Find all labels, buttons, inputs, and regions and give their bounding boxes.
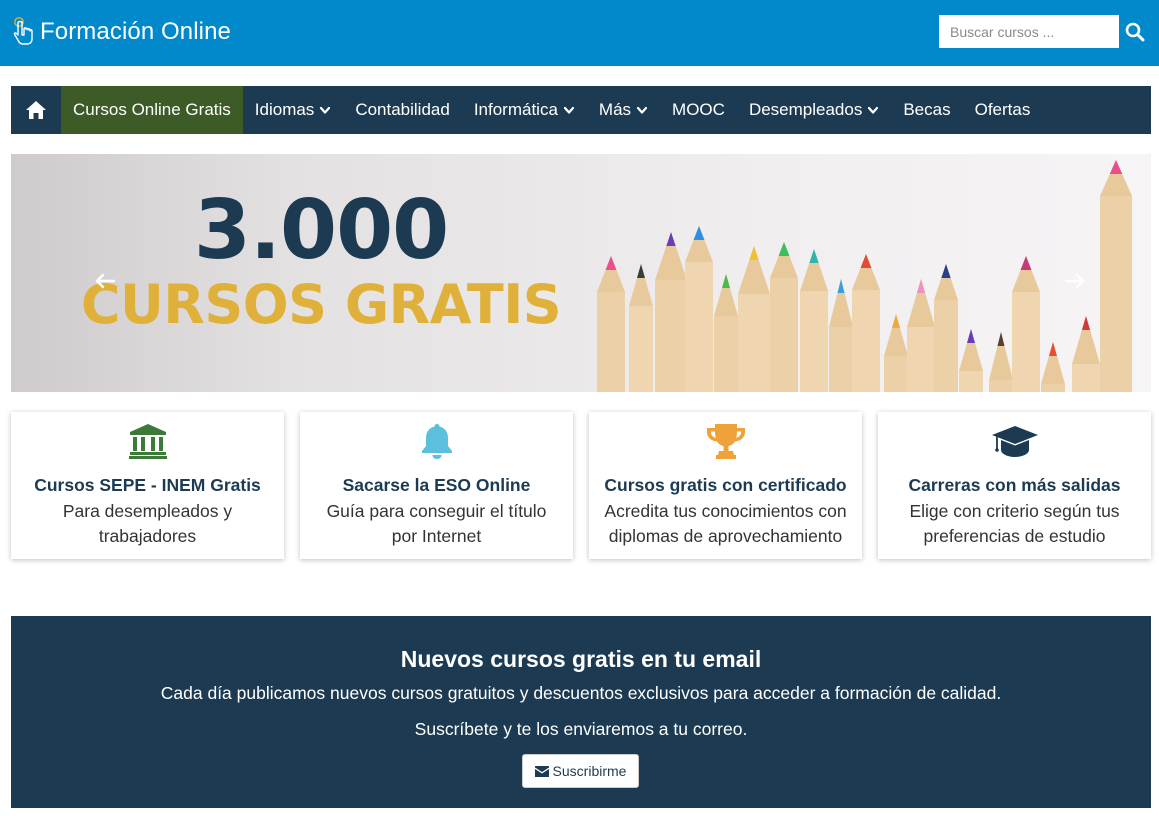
card-description: Acredita tus conocimientos con diplomas … xyxy=(604,501,847,546)
site-title: Formación Online xyxy=(40,18,232,45)
chevron-down-icon xyxy=(563,106,575,114)
nav-item-más[interactable]: Más xyxy=(587,86,660,134)
search-icon xyxy=(1125,22,1145,41)
nav-item-label: Ofertas xyxy=(974,100,1031,119)
banner-headline: 3.000 xyxy=(193,183,449,278)
arrow-left-icon xyxy=(95,273,116,289)
chevron-down-icon xyxy=(636,106,648,114)
card-title: Carreras con más salidas xyxy=(908,475,1121,495)
subscribe-button[interactable]: Suscribirme xyxy=(522,754,639,788)
trophy-icon xyxy=(706,424,745,459)
nav-item-idiomas[interactable]: Idiomas xyxy=(243,86,344,134)
nav-item-becas[interactable]: Becas xyxy=(891,86,962,134)
envelope-icon xyxy=(534,765,549,777)
newsletter-section: Nuevos cursos gratis en tu email Cada dí… xyxy=(11,616,1151,808)
card-carreras-salidas[interactable]: Carreras con más salidas Elige con crite… xyxy=(878,412,1151,559)
nav-item-informática[interactable]: Informática xyxy=(462,86,587,134)
nav-item-cursos-online-gratis[interactable]: Cursos Online Gratis xyxy=(61,86,243,134)
site-logo-link[interactable]: Formación Online xyxy=(12,14,231,50)
bell-icon xyxy=(421,424,452,459)
hero-banner: 3.000 CURSOS GRATIS xyxy=(11,154,1151,392)
nav-item-label: Idiomas xyxy=(254,100,315,119)
card-sepe-inem[interactable]: Cursos SEPE - INEM Gratis Para desemplea… xyxy=(11,412,284,559)
arrow-right-icon xyxy=(1064,273,1085,289)
search-button[interactable] xyxy=(1120,15,1150,48)
card-description: Elige con criterio según tus preferencia… xyxy=(909,501,1120,546)
card-title: Sacarse la ESO Online xyxy=(342,475,531,495)
nav-item-desempleados[interactable]: Desempleados xyxy=(737,86,891,134)
newsletter-title: Nuevos cursos gratis en tu email xyxy=(400,646,762,672)
search-input[interactable] xyxy=(939,15,1119,48)
nav-home-button[interactable] xyxy=(11,86,61,134)
carousel-prev-button[interactable] xyxy=(90,266,120,296)
site-header: Formación Online xyxy=(0,0,1159,66)
nav-item-ofertas[interactable]: Ofertas xyxy=(963,86,1043,134)
home-icon xyxy=(26,101,46,119)
nav-item-mooc[interactable]: MOOC xyxy=(660,86,737,134)
chevron-down-icon xyxy=(868,106,879,114)
card-title: Cursos SEPE - INEM Gratis xyxy=(34,475,261,495)
nav-item-label: Más xyxy=(598,100,632,119)
card-description: Para desempleados y trabajadores xyxy=(62,501,233,546)
bank-icon xyxy=(128,424,167,459)
graduation-cap-icon xyxy=(991,426,1038,457)
nav-item-contabilidad[interactable]: Contabilidad xyxy=(343,86,462,134)
carousel-next-button[interactable] xyxy=(1060,266,1090,296)
nav-item-label: MOOC xyxy=(672,100,725,119)
nav-item-label: Becas xyxy=(903,100,951,119)
nav-items: Cursos Online Gratis Idiomas Contabilidad I… xyxy=(61,86,1042,134)
card-cursos-certificado[interactable]: Cursos gratis con certificado Acredita t… xyxy=(589,412,862,559)
card-title: Cursos gratis con certificado xyxy=(604,475,847,495)
main-nav: Cursos Online Gratis Idiomas Contabilidad I… xyxy=(11,86,1151,134)
nav-item-label: Desempleados xyxy=(748,100,863,119)
chevron-down-icon xyxy=(320,106,331,114)
nav-item-label: Cursos Online Gratis xyxy=(73,100,231,119)
card-eso-online[interactable]: Sacarse la ESO Online Guía para consegui… xyxy=(300,412,573,559)
nav-item-label: Informática xyxy=(473,100,558,119)
pointer-hand-icon xyxy=(13,17,33,45)
subscribe-button-label: Suscribirme xyxy=(552,763,627,779)
newsletter-text: Cada día publicamos nuevos cursos gratui… xyxy=(160,683,1002,703)
newsletter-cta-text: Suscríbete y te los enviaremos a tu corr… xyxy=(414,719,748,739)
card-description: Guía para conseguir el título por Intern… xyxy=(326,501,547,546)
nav-item-label: Contabilidad xyxy=(355,100,450,119)
